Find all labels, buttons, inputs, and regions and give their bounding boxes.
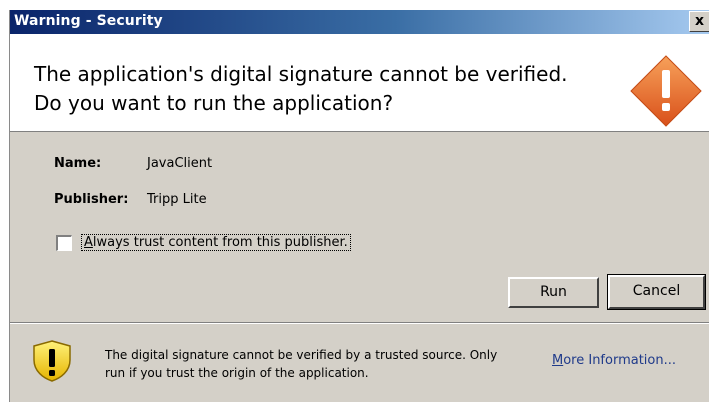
run-button[interactable]: Run xyxy=(508,277,599,308)
security-warning-dialog: Warning - Security x The application's d… xyxy=(9,10,709,402)
always-trust-checkbox[interactable] xyxy=(56,235,72,251)
name-value: JavaClient xyxy=(147,156,213,171)
publisher-value: Tripp Lite xyxy=(147,192,207,207)
always-trust-label-text: lways trust content from this publisher. xyxy=(92,235,348,250)
more-information-link-text: ore Information... xyxy=(563,353,677,368)
more-information-link[interactable]: More Information... xyxy=(552,353,676,368)
access-key-m: M xyxy=(552,353,564,368)
window-title: Warning - Security xyxy=(14,13,163,29)
footer-divider xyxy=(10,322,709,324)
cancel-button[interactable]: Cancel xyxy=(607,274,706,310)
access-key-a: A xyxy=(84,235,93,250)
close-button[interactable]: x xyxy=(689,11,709,32)
always-trust-label[interactable]: Always trust content from this publisher… xyxy=(81,234,351,251)
dialog-header: The application's digital signature cann… xyxy=(10,34,709,132)
shield-warning-icon xyxy=(33,340,71,382)
publisher-label: Publisher: xyxy=(54,192,129,207)
footer-message: The digital signature cannot be verified… xyxy=(105,348,498,380)
warning-diamond-icon xyxy=(630,55,702,127)
headline: The application's digital signature cann… xyxy=(34,62,568,115)
close-icon: x xyxy=(694,13,705,29)
name-label: Name: xyxy=(54,156,102,171)
title-bar[interactable]: Warning - Security x xyxy=(10,10,709,34)
